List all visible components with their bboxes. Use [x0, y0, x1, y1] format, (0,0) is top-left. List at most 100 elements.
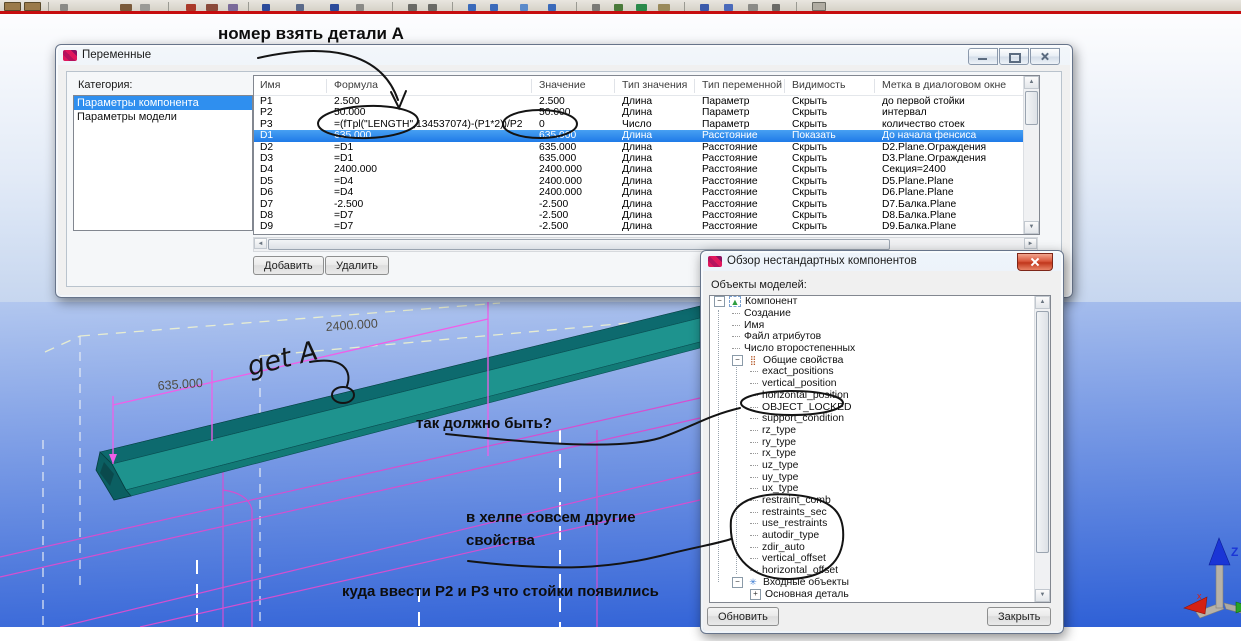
toolbar-icon-fragment: [120, 4, 132, 11]
scrollbar-thumb[interactable]: [268, 239, 890, 250]
tree-item[interactable]: Имя: [710, 319, 1050, 331]
table-row[interactable]: D42400.0002400.000ДлинаРасстояниеСкрытьС…: [254, 164, 1024, 175]
tree-item[interactable]: vertical_position: [710, 378, 1050, 390]
table-row[interactable]: D1635.000635.000ДлинаРасстояниеПоказатьД…: [254, 130, 1024, 141]
tree-item[interactable]: Создание: [710, 308, 1050, 320]
tree-item[interactable]: restraint_comb: [710, 495, 1050, 507]
maximize-button[interactable]: [999, 48, 1029, 65]
refresh-button[interactable]: Обновить: [707, 607, 779, 626]
category-item[interactable]: Параметры модели: [74, 110, 252, 124]
tree-item-label: vertical_offset: [762, 553, 826, 564]
tree-item[interactable]: −▲Компонент: [710, 296, 1050, 308]
table-row[interactable]: D8=D7-2.500ДлинаРасстояниеСкрытьD8.Балка…: [254, 210, 1024, 221]
cell-formula: 635.000: [334, 130, 371, 141]
variables-table[interactable]: Имя Формула Значение Тип значения Тип пе…: [253, 75, 1040, 235]
column-header[interactable]: Видимость: [792, 79, 845, 91]
tree-item-label: exact_positions: [762, 366, 834, 377]
tree-branch-tick: [750, 500, 758, 501]
component-browser-dialog[interactable]: Обзор нестандартных компонентов Объекты …: [700, 250, 1064, 634]
beam[interactable]: [96, 306, 700, 500]
scroll-left-arrow[interactable]: ◄: [254, 238, 267, 249]
scrollbar-thumb[interactable]: [1025, 91, 1038, 125]
column-header[interactable]: Формула: [334, 79, 378, 91]
tree-item[interactable]: exact_positions: [710, 366, 1050, 378]
toolbar-icon-fragment: [548, 4, 556, 11]
table-row[interactable]: D5=D42400.000ДлинаРасстояниеСкрытьD5.Pla…: [254, 176, 1024, 187]
tree-item[interactable]: OBJECT_LOCKED: [710, 401, 1050, 413]
cell-label: D9.Балка.Plane: [882, 221, 956, 232]
minimize-button[interactable]: [968, 48, 998, 65]
cell-formula: 50.000: [334, 107, 366, 118]
category-list[interactable]: Параметры компонентаПараметры модели: [73, 95, 253, 231]
table-row[interactable]: P250.00050.000ДлинаПараметрСкрытьинтерва…: [254, 107, 1024, 118]
tree-item[interactable]: uz_type: [710, 460, 1050, 472]
tree-item[interactable]: restraints_sec: [710, 506, 1050, 518]
category-label: Категория:: [78, 79, 132, 91]
table-vertical-scrollbar[interactable]: ▲ ▼: [1023, 76, 1039, 234]
column-header[interactable]: Метка в диалоговом окне: [882, 79, 1006, 91]
component-browser-titlebar[interactable]: Обзор нестандартных компонентов: [701, 251, 1063, 271]
tree-item[interactable]: Файл атрибутов: [710, 331, 1050, 343]
tree-item[interactable]: ry_type: [710, 436, 1050, 448]
cell-value_type: Длина: [622, 187, 652, 198]
table-row[interactable]: P12.5002.500ДлинаПараметрСкрытьдо первой…: [254, 96, 1024, 107]
toolbar-icon-fragment: [428, 4, 437, 11]
column-header[interactable]: Тип переменной: [702, 79, 782, 91]
tree-item[interactable]: vertical_offset: [710, 553, 1050, 565]
tree-item[interactable]: + Основная деталь: [710, 588, 1050, 600]
table-row[interactable]: D7-2.500-2.500ДлинаРасстояниеСкрытьD7.Ба…: [254, 199, 1024, 210]
plus-expander-icon[interactable]: +: [750, 589, 761, 600]
tree-item[interactable]: horizontal_position: [710, 390, 1050, 402]
model-objects-tree[interactable]: ▲ ▼ −▲КомпонентСозданиеИмяФайл атрибутов…: [709, 295, 1051, 603]
tree-branch-tick: [750, 395, 758, 396]
close-button[interactable]: [1017, 253, 1053, 271]
tree-item[interactable]: uy_type: [710, 471, 1050, 483]
tree-item[interactable]: zdir_auto: [710, 541, 1050, 553]
table-row[interactable]: D6=D42400.000ДлинаРасстояниеСкрытьD6.Pla…: [254, 187, 1024, 198]
tree-item[interactable]: support_condition: [710, 413, 1050, 425]
table-row[interactable]: D9=D7-2.500ДлинаРасстояниеСкрытьD9.Балка…: [254, 221, 1024, 232]
tree-item-label: uy_type: [762, 472, 798, 483]
tree-item[interactable]: autodir_type: [710, 530, 1050, 542]
dimension-label-635: 635.000: [157, 376, 203, 393]
tree-item[interactable]: −✳Входные объекты: [710, 577, 1050, 589]
cell-visibility: Скрыть: [792, 210, 827, 221]
tree-item-label: OBJECT_LOCKED: [762, 402, 852, 413]
axis-x-label: x: [1197, 591, 1202, 601]
tree-item-label: Основная деталь: [765, 589, 849, 600]
tree-item[interactable]: horizontal_offset: [710, 565, 1050, 577]
cell-name: D9: [260, 221, 273, 232]
tree-item[interactable]: −⣿Общие свойства: [710, 354, 1050, 366]
category-item[interactable]: Параметры компонента: [74, 96, 252, 110]
tree-item[interactable]: use_restraints: [710, 518, 1050, 530]
scroll-right-arrow[interactable]: ►: [1024, 238, 1037, 249]
variables-dialog-titlebar[interactable]: Переменные: [56, 45, 1072, 65]
minus-expander-icon[interactable]: −: [732, 355, 743, 366]
table-row[interactable]: P3=(fTpl("LENGTH",134537074)-(P1*2))/P20…: [254, 119, 1024, 130]
tree-item[interactable]: rx_type: [710, 448, 1050, 460]
cell-visibility: Скрыть: [792, 187, 827, 198]
toolbar-icon-fragment: [812, 2, 826, 11]
scroll-up-arrow[interactable]: ▲: [1024, 76, 1039, 89]
close-button[interactable]: [1030, 48, 1060, 65]
column-header[interactable]: Тип значения: [622, 79, 687, 91]
column-header[interactable]: Имя: [260, 79, 280, 91]
axis-triad-icon: Z x: [1184, 538, 1241, 618]
tree-item[interactable]: Число второстепенных: [710, 343, 1050, 355]
tree-branch-tick: [750, 453, 758, 454]
minus-expander-icon[interactable]: −: [714, 296, 725, 307]
tree-item-label: Общие свойства: [763, 355, 843, 366]
table-row[interactable]: D3=D1635.000ДлинаРасстояниеСкрытьD3.Plan…: [254, 153, 1024, 164]
tree-item[interactable]: ux_type: [710, 483, 1050, 495]
add-button[interactable]: Добавить: [253, 256, 324, 275]
remove-button[interactable]: Удалить: [325, 256, 389, 275]
column-header[interactable]: Значение: [539, 79, 586, 91]
scroll-down-arrow[interactable]: ▼: [1024, 221, 1039, 234]
table-row[interactable]: D2=D1635.000ДлинаРасстояниеСкрытьD2.Plan…: [254, 142, 1024, 153]
minus-expander-icon[interactable]: −: [732, 577, 743, 588]
close-dialog-button[interactable]: Закрыть: [987, 607, 1051, 626]
cell-formula: =D4: [334, 176, 353, 187]
tree-branch-tick: [750, 512, 758, 513]
tree-item[interactable]: rz_type: [710, 425, 1050, 437]
cell-formula: -2.500: [334, 199, 363, 210]
